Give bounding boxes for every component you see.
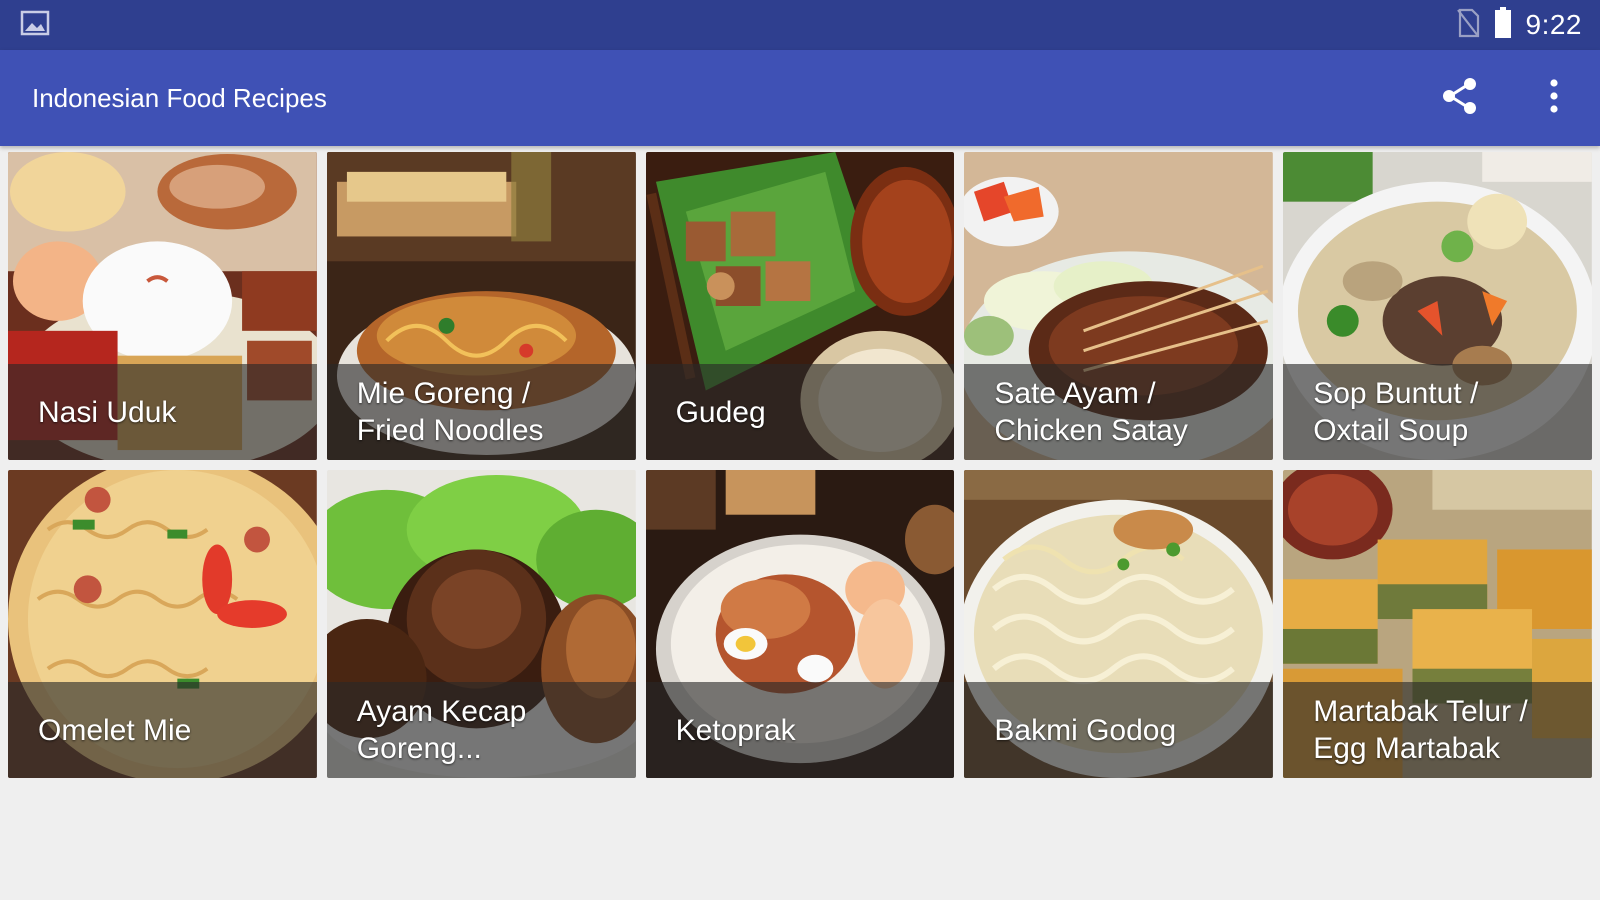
- share-icon: [1439, 75, 1481, 122]
- recipe-tile-mie-goreng[interactable]: Mie Goreng / Fried Noodles: [326, 152, 636, 460]
- recipe-title: Mie Goreng / Fried Noodles: [356, 377, 544, 447]
- recipe-title: Nasi Uduk: [38, 395, 177, 429]
- recipe-tile-ayam-kecap[interactable]: Ayam Kecap Goreng...: [326, 470, 636, 778]
- more-vert-icon: [1548, 78, 1560, 119]
- more-options-button[interactable]: [1530, 74, 1578, 122]
- gallery-icon: [20, 10, 50, 41]
- empty-content-area: [0, 784, 1600, 900]
- recipe-tile-ketoprak[interactable]: Ketoprak: [645, 470, 955, 778]
- recipe-tile-omelet-mie[interactable]: Omelet Mie: [8, 470, 317, 778]
- recipe-title: Omelet Mie: [38, 713, 192, 747]
- recipe-title: Gudeg: [675, 395, 766, 429]
- no-sim-icon: [1456, 8, 1480, 43]
- recipe-tile-nasi-uduk[interactable]: Nasi Uduk: [8, 152, 317, 460]
- recipe-title: Sop Buntut / Oxtail Soup: [1313, 377, 1479, 447]
- recipe-grid: Nasi Uduk Mie Goreng / Fried Noodles Gud…: [0, 146, 1600, 784]
- battery-icon: [1494, 6, 1512, 44]
- recipe-title: Martabak Telur / Egg Martabak: [1313, 695, 1528, 765]
- recipe-title: Ayam Kecap Goreng...: [356, 695, 527, 765]
- recipe-tile-sop-buntut[interactable]: Sop Buntut / Oxtail Soup: [1283, 152, 1592, 460]
- recipe-tile-gudeg[interactable]: Gudeg: [645, 152, 955, 460]
- app-bar: Indonesian Food Recipes: [0, 50, 1600, 146]
- share-button[interactable]: [1436, 74, 1484, 122]
- status-bar: 9:22: [0, 0, 1600, 50]
- status-time: 9:22: [1525, 9, 1582, 40]
- recipe-tile-martabak-telur[interactable]: Martabak Telur / Egg Martabak: [1283, 470, 1592, 778]
- recipe-tile-sate-ayam[interactable]: Sate Ayam / Chicken Satay: [964, 152, 1274, 460]
- recipe-title: Bakmi Godog: [994, 713, 1177, 747]
- app-title: Indonesian Food Recipes: [32, 82, 327, 113]
- recipe-title: Ketoprak: [675, 713, 796, 747]
- recipe-title: Sate Ayam / Chicken Satay: [994, 377, 1188, 447]
- recipe-tile-bakmi-godog[interactable]: Bakmi Godog: [964, 470, 1274, 778]
